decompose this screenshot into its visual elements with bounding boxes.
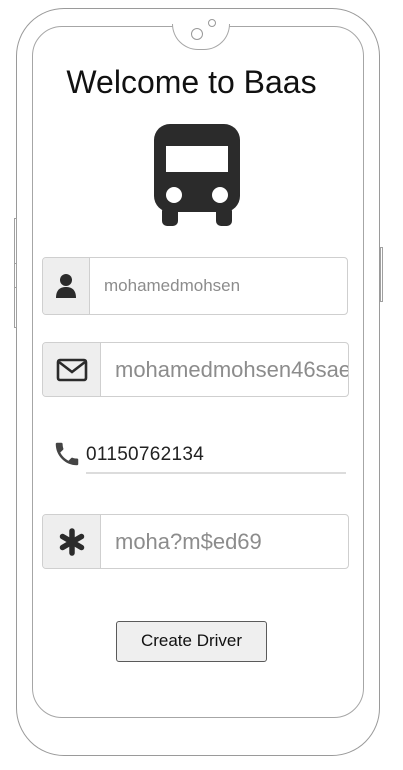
sensor-icon (208, 19, 216, 27)
page-title: Welcome to Baas (66, 64, 317, 100)
password-input[interactable]: moha?m$ed69 (101, 515, 348, 568)
asterisk-icon-addon (43, 515, 101, 568)
side-button-power (380, 247, 383, 302)
bus-icon (154, 124, 240, 226)
asterisk-icon (59, 527, 84, 556)
create-driver-button[interactable]: Create Driver (116, 621, 267, 662)
user-icon (56, 274, 76, 298)
username-input[interactable]: mohamedmohsen (90, 258, 347, 314)
phone-field[interactable]: 01150762134 (52, 435, 348, 475)
phone-input[interactable]: 01150762134 (86, 444, 204, 466)
user-icon-addon (43, 258, 90, 314)
side-button-small (14, 263, 17, 288)
email-input[interactable]: mohamedmohsen46sae (101, 343, 348, 396)
password-field[interactable]: moha?m$ed69 (42, 514, 349, 569)
phone-icon (55, 442, 79, 466)
envelope-icon-addon (43, 343, 101, 396)
phone-underline (86, 472, 346, 474)
camera-icon (191, 28, 203, 40)
envelope-icon (56, 358, 87, 381)
username-field[interactable]: mohamedmohsen (42, 257, 348, 315)
email-field[interactable]: mohamedmohsen46sae (42, 342, 349, 397)
